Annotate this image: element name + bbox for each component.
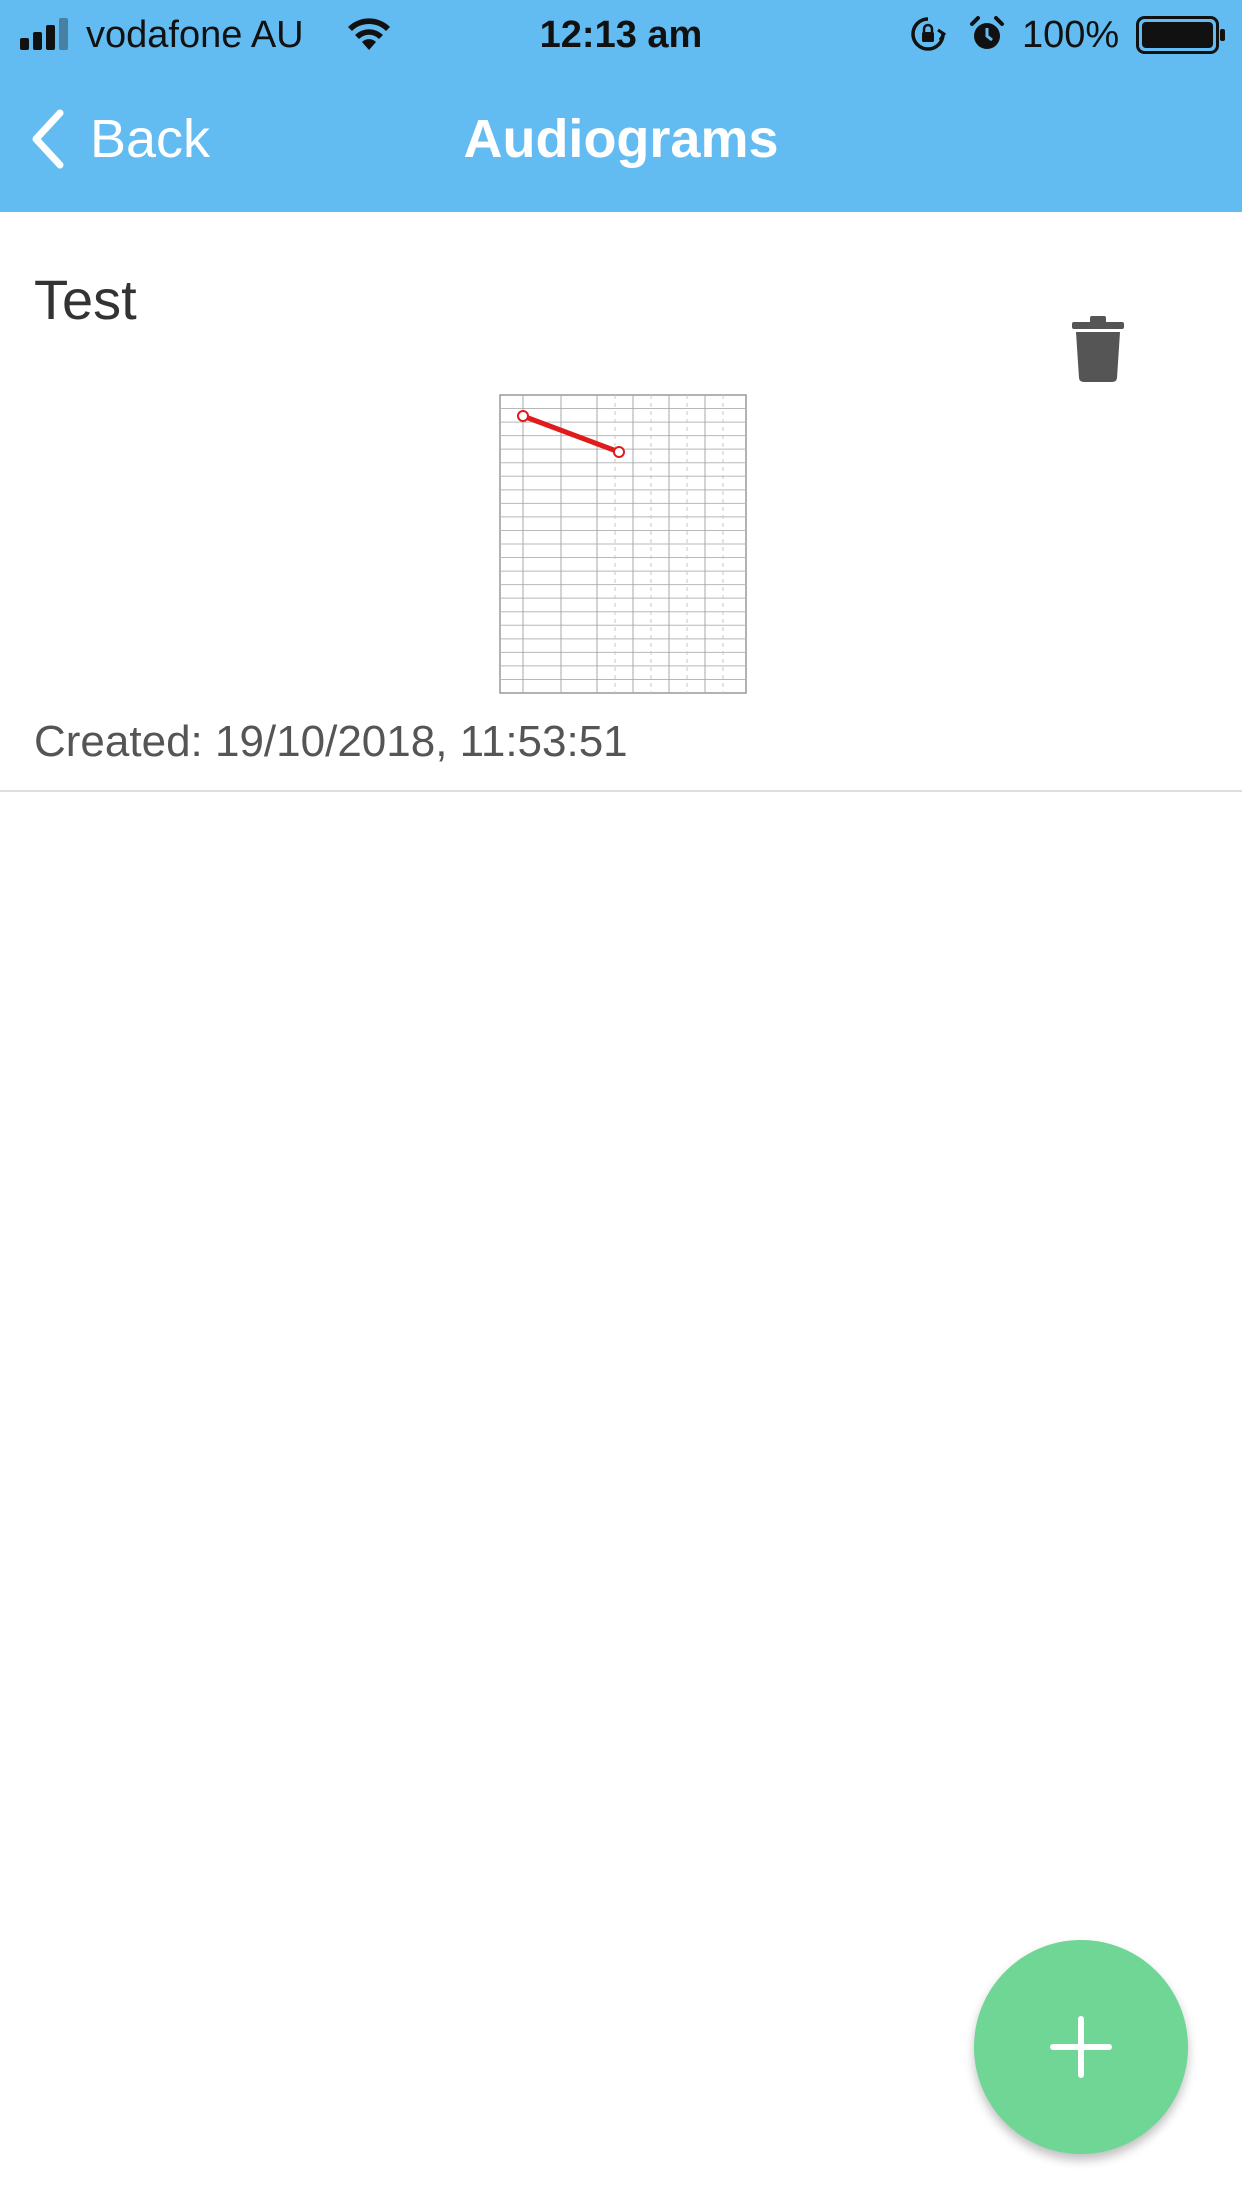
add-audiogram-button[interactable]: [974, 1940, 1188, 2154]
alarm-icon: [970, 16, 1004, 49]
thumbnail-point: [517, 410, 529, 422]
audiogram-thumbnail: [499, 394, 747, 694]
plus-icon: [1050, 2016, 1112, 2078]
status-bar: vodafone AU 12:13 am 100%: [0, 0, 1242, 70]
created-timestamp: Created: 19/10/2018, 11:53:51: [34, 717, 628, 766]
audiogram-name: Test: [34, 268, 137, 331]
audiogram-list-item[interactable]: Test Created: 19/10/2018, 11:53:51: [0, 212, 1242, 792]
battery-icon: [1136, 16, 1225, 54]
orientation-lock-icon: [911, 17, 946, 51]
trash-icon[interactable]: [1070, 316, 1126, 382]
thumbnail-point: [613, 446, 625, 458]
battery-percentage: 100%: [1022, 14, 1120, 56]
page-title: Audiograms: [463, 109, 779, 169]
